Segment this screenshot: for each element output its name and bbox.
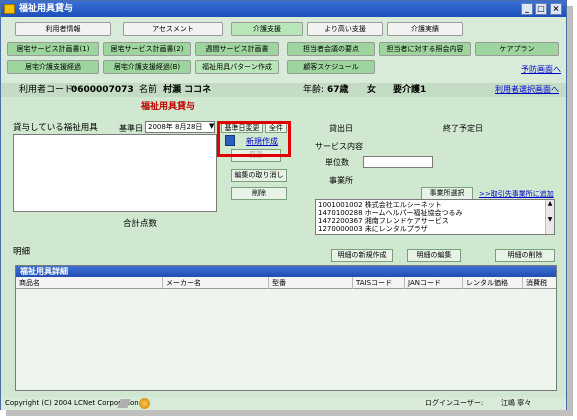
col-maker-name[interactable]: メーカー名 bbox=[162, 277, 268, 289]
grid-header-row: 商品名 メーカー名 型番 TAISコード JANコード レンタル価格 消費税 bbox=[16, 277, 556, 289]
btn-care-plan-2[interactable]: 居宅サービス計画書(2) bbox=[103, 42, 191, 56]
btn-support-progress-b[interactable]: 居宅介護支援経過(B) bbox=[103, 60, 191, 74]
cancel-edit-button[interactable]: 編集の取り消し bbox=[231, 169, 287, 182]
col-jan-code[interactable]: JANコード bbox=[404, 277, 462, 289]
rented-items-list[interactable] bbox=[13, 134, 217, 212]
tab-assessment[interactable]: アセスメント bbox=[123, 22, 223, 36]
add-office-link[interactable]: >>取引先事業所に追加 bbox=[479, 189, 554, 199]
section-title: 福祉用具貸与 bbox=[141, 102, 196, 112]
detail-delete-button[interactable]: 明細の削除 bbox=[495, 249, 555, 262]
col-product-name[interactable]: 商品名 bbox=[16, 277, 162, 289]
user-info-bar: 利用者コード: 0600007073 名前 村瀬 ココネ 年齢: 67歳 女 要… bbox=[1, 83, 566, 97]
tab-care-support[interactable]: 介護支援 bbox=[231, 22, 303, 36]
btn-inquiry-content[interactable]: 担当者に対する照会内容 bbox=[379, 42, 471, 56]
window-title: 福祉用具貸与 bbox=[19, 4, 74, 14]
delete-button[interactable]: 削除 bbox=[231, 187, 287, 200]
base-date-label: 基準日 bbox=[119, 124, 143, 133]
prevention-screen-link[interactable]: 予防画面へ bbox=[521, 64, 561, 75]
age-label: 年齢: bbox=[303, 85, 325, 95]
btn-weekly-plan[interactable]: 週間サービス計画書 bbox=[195, 42, 279, 56]
tab-user-info[interactable]: 利用者情報 bbox=[15, 22, 111, 36]
units-label: 単位数 bbox=[325, 158, 349, 167]
close-button[interactable]: × bbox=[550, 3, 562, 15]
rented-items-label: 貸与している福祉用具 bbox=[13, 123, 98, 133]
menu-panel: 利用者情報 アセスメント 介護支援 より高い支援 介護実績 居宅サービス計画書(… bbox=[1, 17, 566, 83]
app-window: 福祉用具貸与 _ □ × 利用者情報 アセスメント 介護支援 より高い支援 介護… bbox=[0, 0, 567, 410]
minimize-button[interactable]: _ bbox=[521, 3, 533, 15]
name-label: 名前 bbox=[139, 85, 158, 95]
list-item[interactable]: 1470100288 ホームヘルパー福祉協会つるみ bbox=[318, 209, 552, 217]
btn-meeting-summary[interactable]: 担当者会議の要点 bbox=[287, 42, 375, 56]
end-date-label: 終了予定日 bbox=[443, 124, 483, 133]
btn-welfare-pattern[interactable]: 福祉用具パターン作成 bbox=[195, 60, 279, 74]
user-age: 67歳 bbox=[327, 85, 349, 95]
tab-higher-support[interactable]: より高い支援 bbox=[307, 22, 383, 36]
palette-icon[interactable] bbox=[139, 398, 150, 409]
user-code-label: 利用者コード: bbox=[19, 85, 77, 95]
office-label: 事業所 bbox=[329, 176, 353, 185]
list-item[interactable]: 1001001002 株式会社エルシーネット bbox=[318, 201, 552, 209]
app-icon bbox=[4, 4, 15, 14]
detail-grid: 福祉用具詳細 商品名 メーカー名 型番 TAISコード JANコード レンタル価… bbox=[15, 265, 557, 391]
detail-label: 明細 bbox=[13, 247, 31, 257]
select-user-link[interactable]: 利用者選択画面へ bbox=[495, 83, 559, 97]
detail-edit-button[interactable]: 明細の編集 bbox=[407, 249, 461, 262]
col-consumption-tax[interactable]: 消費税 bbox=[522, 277, 556, 289]
list-item[interactable]: 1472200367 湘南フレンドケアサービス bbox=[318, 217, 552, 225]
user-gender: 女 bbox=[367, 85, 377, 95]
maximize-button[interactable]: □ bbox=[535, 3, 547, 15]
chevron-down-icon[interactable]: ▼ bbox=[209, 122, 214, 130]
col-tais-code[interactable]: TAISコード bbox=[352, 277, 404, 289]
btn-care-plan[interactable]: ケアプラン bbox=[475, 42, 559, 56]
col-model-number[interactable]: 型番 bbox=[268, 277, 352, 289]
office-list[interactable]: 1001001002 株式会社エルシーネット 1470100288 ホームヘルパ… bbox=[315, 199, 555, 235]
units-input[interactable] bbox=[363, 156, 433, 168]
highlight-box bbox=[217, 121, 291, 157]
title-bar: 福祉用具貸与 _ □ × bbox=[1, 1, 566, 17]
list-item[interactable]: 1270000003 未にレンタルプラザ bbox=[318, 225, 552, 233]
btn-support-progress[interactable]: 居宅介護支援経過 bbox=[7, 60, 99, 74]
btn-care-plan-1[interactable]: 居宅サービス計画書(1) bbox=[7, 42, 99, 56]
btn-customer-schedule[interactable]: 顧客スケジュール bbox=[287, 60, 375, 74]
tab-care-record[interactable]: 介護実績 bbox=[387, 22, 463, 36]
user-name: 村瀬 ココネ bbox=[163, 85, 212, 95]
care-level: 要介護1 bbox=[393, 85, 427, 95]
status-bar: Copyright (C) 2004 LCNet Corporation ログイ… bbox=[1, 397, 566, 410]
base-date-picker[interactable]: 2008年 8月28日 bbox=[145, 121, 215, 133]
base-date-value: 2008年 8月28日 bbox=[148, 123, 203, 131]
login-user-label: ログインユーザー: bbox=[425, 399, 484, 407]
user-code: 0600007073 bbox=[71, 85, 134, 95]
login-user: 江嶋 寧々 bbox=[501, 399, 532, 407]
detail-new-button[interactable]: 明細の新規作成 bbox=[331, 249, 393, 262]
service-content-label: サービス内容 bbox=[315, 142, 363, 151]
col-rental-price[interactable]: レンタル価格 bbox=[462, 277, 522, 289]
rental-date-label: 貸出日 bbox=[329, 124, 353, 133]
scrollbar[interactable]: ▲ ▼ bbox=[545, 200, 554, 234]
total-points-label: 合計点数 bbox=[123, 219, 158, 229]
grid-title: 福祉用具詳細 bbox=[16, 266, 556, 277]
